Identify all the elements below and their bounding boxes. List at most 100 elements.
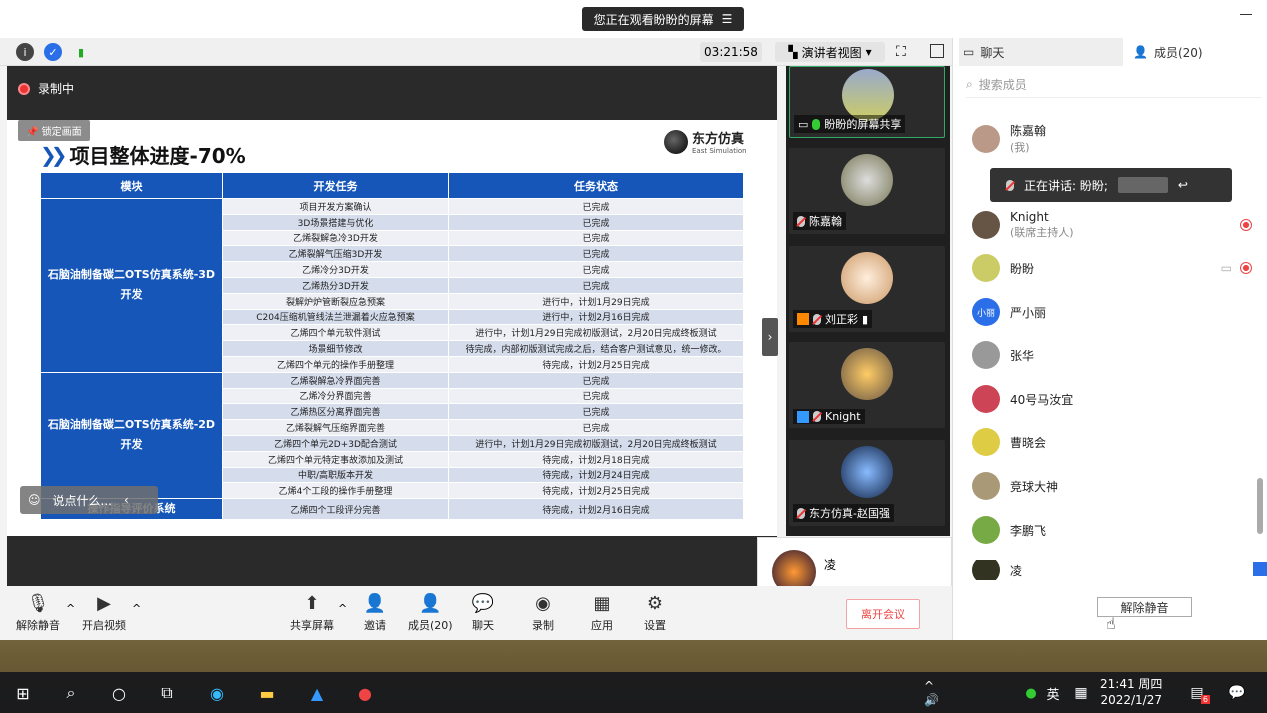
settings-button[interactable]: ⚙ 设置 — [644, 592, 666, 633]
scrollbar[interactable] — [1257, 478, 1263, 534]
thumbnail[interactable]: Knight — [789, 342, 945, 428]
meeting-app-icon[interactable]: ▲ — [304, 680, 330, 706]
caret-up-icon[interactable]: ^ — [66, 602, 75, 615]
clock-time: 21:41 周四 — [1100, 677, 1163, 691]
member-role: (我) — [1010, 141, 1030, 154]
lock-label: 锁定画面 — [41, 127, 82, 138]
member-item[interactable]: 小丽 严小丽 — [972, 298, 1262, 326]
signal-icon[interactable]: ▮ — [72, 43, 90, 61]
expand-thumbnails-button[interactable]: › — [762, 318, 778, 356]
task-cell: 乙烯四个工段评分完善 — [222, 498, 449, 521]
mic-icon — [812, 118, 821, 130]
thumbnail-label: ▭ 盼盼的屏幕共享 — [794, 115, 906, 133]
thumbnail[interactable]: ▭ 盼盼的屏幕共享 — [789, 66, 945, 138]
apps-button[interactable]: ▦ 应用 — [591, 592, 613, 633]
clock[interactable]: 21:41 周四 2022/1/27 — [1100, 676, 1162, 708]
file-explorer-icon[interactable]: ▬ — [254, 680, 280, 706]
task-view-icon[interactable]: ⧉ — [154, 680, 180, 706]
shield-icon[interactable]: ✓ — [44, 43, 62, 61]
recorder-icon[interactable]: ● — [352, 680, 378, 706]
thumbnail[interactable]: 陈嘉翰 — [789, 148, 945, 234]
status-cell: 已完成 — [448, 371, 744, 389]
cortana-icon[interactable]: ○ — [106, 680, 132, 706]
windows-start-icon[interactable]: ⊞ — [10, 680, 36, 706]
member-item[interactable]: 竞球大神 — [972, 472, 1262, 500]
collapse-icon[interactable]: ‹ — [124, 493, 129, 507]
ime-indicator[interactable]: 英 — [1040, 680, 1066, 706]
thumbnail[interactable]: 东方仿真-赵国强 — [789, 440, 945, 526]
status-cell: 待完成，计划2月24日完成 — [448, 466, 744, 484]
task-cell: 项目开发方案确认 — [222, 198, 449, 215]
action-center-icon[interactable]: 💬 — [1224, 680, 1250, 706]
emoji-icon[interactable]: ☺ — [28, 493, 41, 507]
info-icon[interactable]: i — [16, 43, 34, 61]
unmute-label: 解除静音 — [16, 619, 60, 632]
member-item[interactable]: Knight (联席主持人) — [972, 210, 1262, 240]
table-header: 模块 — [40, 172, 223, 199]
member-item[interactable]: 盼盼 ▭ — [972, 254, 1262, 282]
avatar — [972, 385, 1000, 413]
screen-icon: ▭ — [798, 117, 809, 131]
member-search[interactable]: ⌕ 搜索成员 — [966, 72, 1262, 98]
tray-icons[interactable]: ^ 🔊 — [924, 679, 950, 707]
notification-badge: 6 — [1200, 695, 1210, 704]
member-item[interactable]: 李鹏飞 — [972, 516, 1262, 544]
start-video-button[interactable]: ▶ 开启视频 — [82, 592, 126, 633]
chat-button[interactable]: 💬 聊天 — [472, 592, 494, 633]
fullscreen-icon[interactable]: ⛶ — [896, 44, 906, 60]
reply-icon[interactable]: ↩ — [1178, 178, 1188, 192]
avatar — [841, 154, 893, 206]
search-icon[interactable]: ⌕ — [58, 680, 84, 706]
avatar — [841, 252, 893, 304]
chat-placeholder: 说点什么... — [52, 493, 112, 508]
record-dot-icon — [18, 82, 30, 95]
lock-screen-button[interactable]: 📌 锁定画面 — [18, 120, 90, 141]
task-cell: 乙烯热区分离界面完善 — [222, 403, 449, 421]
tab-members[interactable]: 👤 成员(20) — [1129, 38, 1259, 66]
share-screen-button[interactable]: ⬆ 共享屏幕 — [290, 592, 334, 633]
unmute-button[interactable]: 🎙 解除静音 — [16, 592, 60, 633]
sidebar-toggle-icon[interactable] — [930, 44, 944, 58]
chat-input[interactable]: ☺ 说点什么... ‹ — [20, 486, 158, 514]
menu-icon[interactable]: ☰ — [722, 12, 733, 26]
member-name: 竞球大神 — [1010, 479, 1059, 494]
member-item[interactable]: 曹晓会 — [972, 428, 1262, 456]
thumbnail[interactable]: 刘正彩 ▮ — [789, 246, 945, 332]
task-cell: 乙烯冷分界面完善 — [222, 387, 449, 405]
member-name: 李鹏飞 — [1010, 523, 1047, 538]
status-cell: 待完成，计划2月25日完成 — [448, 355, 744, 373]
thumbnail-name: 东方仿真-赵国强 — [809, 507, 890, 520]
taskbar: ⊞ ⌕ ○ ⧉ ◉ ▬ ▲ ● ^ 🔊 ● 英 ▦ 21:41 周四 2022/… — [0, 672, 1267, 713]
status-cell: 待完成，计划2月16日完成 — [448, 498, 744, 521]
invite-button[interactable]: 👤 邀请 — [364, 592, 386, 633]
leave-meeting-button[interactable]: 离开会议 — [846, 599, 920, 629]
caret-up-icon[interactable]: ^ — [132, 602, 141, 615]
keyboard-icon[interactable]: ▦ — [1068, 680, 1094, 706]
tab-chat[interactable]: ▭ 聊天 — [959, 38, 1123, 66]
task-cell: 乙烯四个单元特定事故添加及测试 — [222, 450, 449, 468]
cursor-icon: ☝ — [1106, 614, 1116, 633]
record-button[interactable]: ◉ 录制 — [532, 592, 554, 633]
thumbnail-label: 东方仿真-赵国强 — [793, 504, 894, 522]
notification-icon[interactable]: ▤ 6 — [1184, 680, 1210, 706]
task-cell: 乙烯冷分3D开发 — [222, 261, 449, 278]
avatar — [1117, 177, 1168, 193]
view-selector[interactable]: ▚ 演讲者视图 ▾ — [775, 42, 885, 62]
member-item[interactable]: 凌 — [972, 560, 1262, 580]
gear-icon: ⚙ — [646, 592, 664, 614]
status-cell: 已完成 — [448, 387, 744, 405]
logo-icon — [664, 129, 688, 154]
caret-up-icon[interactable]: ^ — [338, 602, 347, 615]
avatar — [841, 348, 893, 400]
member-item[interactable]: 40号马汝宜 — [972, 385, 1262, 413]
status-cell: 已完成 — [448, 403, 744, 421]
edge-icon[interactable]: ◉ — [204, 680, 230, 706]
table-row: 石脑油制备碳二OTS仿真系统-3D开发 项目开发方案确认 已完成 — [40, 198, 744, 373]
minimize-icon[interactable] — [1240, 14, 1252, 15]
member-item[interactable]: 陈嘉翰 (我) — [972, 122, 1262, 155]
status-cell: 已完成 — [448, 276, 744, 294]
member-item[interactable]: 张华 — [972, 341, 1262, 369]
thumbnail-name: 陈嘉翰 — [809, 215, 842, 228]
members-button[interactable]: 👤 成员(20) — [408, 592, 453, 633]
invite-label: 邀请 — [364, 619, 386, 632]
